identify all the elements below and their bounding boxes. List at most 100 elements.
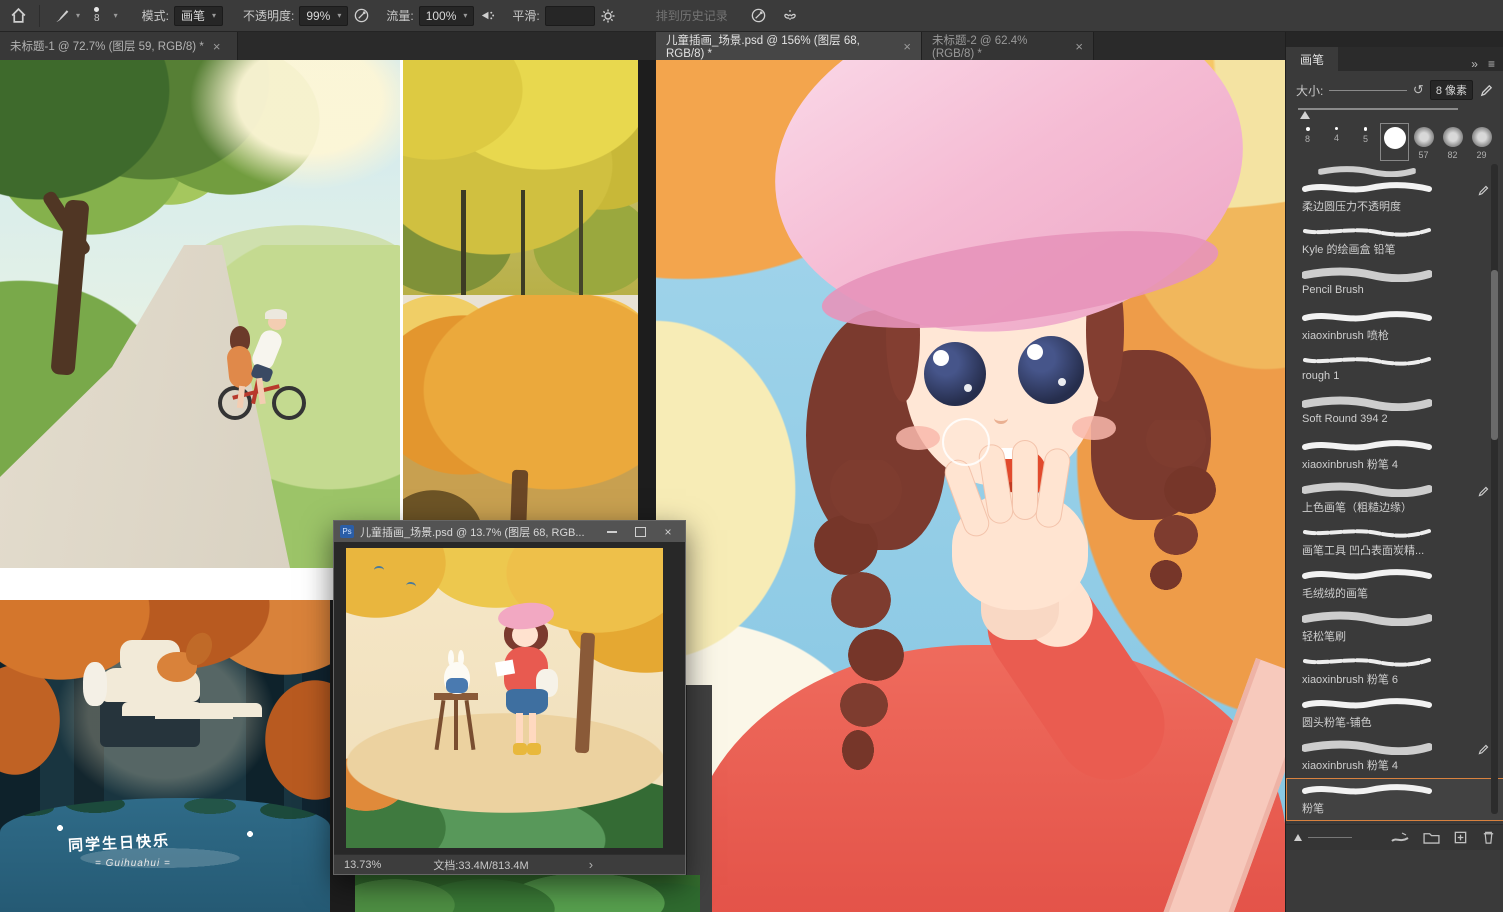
brush-cursor: [942, 418, 990, 466]
close-icon[interactable]: ×: [903, 40, 911, 53]
chevron-down-icon: ▾: [211, 10, 216, 20]
floating-document-window[interactable]: Ps 儿童插画_场景.psd @ 13.7% (图层 68, RGB... ×: [333, 520, 686, 875]
status-expand-chevron[interactable]: ›: [589, 857, 593, 872]
delete-brush-icon[interactable]: [1481, 830, 1496, 845]
maximize-button[interactable]: [629, 524, 651, 540]
history-label: 排到历史记录: [655, 9, 728, 23]
floating-canvas-preview[interactable]: [346, 548, 663, 848]
close-icon[interactable]: ×: [213, 40, 221, 53]
minimize-button[interactable]: [601, 524, 623, 540]
pressure-opacity-icon[interactable]: [353, 7, 370, 24]
brush-tool-icon: [54, 7, 71, 24]
brush-preset[interactable]: 4: [1323, 124, 1350, 160]
mini-girl-boot: [527, 743, 541, 755]
forest-signature: = Guihuahui =: [95, 858, 171, 869]
brush-preset-picker[interactable]: 8: [94, 7, 100, 24]
brush-stroke-thumbnail: [1302, 352, 1432, 368]
toolbar-separator: [39, 4, 40, 27]
rider-cap: [265, 309, 287, 319]
brush-preset[interactable]: 57: [1410, 124, 1437, 160]
smoothing-gear-icon[interactable]: [600, 8, 616, 24]
tab-label: 儿童插画_场景.psd @ 156% (图层 68, RGB/8) *: [666, 35, 860, 60]
brush-stroke-thumbnail: [1302, 309, 1432, 325]
size-value-field[interactable]: 8 像素: [1429, 80, 1473, 100]
airbrush-icon[interactable]: [479, 7, 496, 24]
tab-untitled-2[interactable]: 未标题-2 @ 62.4%(RGB/8) * ×: [922, 32, 1094, 60]
canvas-document-girl[interactable]: [656, 60, 1285, 912]
girl-eye-left: [924, 342, 986, 406]
tool-preset-picker[interactable]: ▾: [54, 7, 80, 24]
close-button[interactable]: ×: [657, 524, 679, 540]
brush-list-item[interactable]: 柔边圆压力不透明度: [1286, 176, 1503, 219]
floating-window-titlebar[interactable]: Ps 儿童插画_场景.psd @ 13.7% (图层 68, RGB... ×: [334, 521, 685, 542]
opacity-select[interactable]: 99% ▾: [299, 5, 349, 26]
brush-list-item[interactable]: Pencil Brush: [1286, 262, 1503, 305]
close-icon[interactable]: ×: [1075, 40, 1083, 53]
maximize-icon: [634, 526, 646, 537]
size-slider-thumb[interactable]: [1300, 111, 1310, 119]
footer-slider-thumb[interactable]: [1294, 834, 1302, 841]
panel-menu-icon[interactable]: ≡: [1488, 57, 1495, 71]
brushes-panel: 画笔 » ≡ 大小: ↺ 8 像素 8 4 5 57 82 29 柔边圆压力不透…: [1285, 32, 1503, 912]
tab-untitled-1[interactable]: 未标题-1 @ 72.7% (图层 59, RGB/8) * ×: [0, 32, 238, 60]
flow-select[interactable]: 100% ▾: [418, 5, 475, 26]
opacity-label: 不透明度:: [242, 9, 295, 23]
brush-list-item-partial[interactable]: [1286, 164, 1503, 176]
smoothing-input[interactable]: [544, 5, 595, 26]
brush-preset-selected[interactable]: [1380, 123, 1409, 161]
home-button[interactable]: [10, 7, 27, 24]
brush-list-item[interactable]: 画笔工具 凹凸表面炭精...: [1286, 520, 1503, 563]
brush-list-item[interactable]: xiaoxinbrush 喷枪: [1286, 305, 1503, 348]
brush-preset[interactable]: 82: [1439, 124, 1466, 160]
pressure-size-icon[interactable]: [750, 7, 767, 24]
tab-scene-psd[interactable]: 儿童插画_场景.psd @ 156% (图层 68, RGB/8) * ×: [656, 32, 922, 60]
reference-illustration-cycling: [0, 60, 400, 568]
brush-name: 上色画笔（粗糙边缘）: [1302, 502, 1412, 514]
brush-list-item[interactable]: Kyle 的绘画盒 铅笔: [1286, 219, 1503, 262]
options-bar: ▾ 8 ▾ 模式: 画笔 ▾ 不透明度: 99% ▾ 流量: 100% ▾ 平滑…: [0, 0, 1503, 32]
tab-label: 未标题-2 @ 62.4%(RGB/8) *: [932, 35, 1028, 60]
brush-list-item[interactable]: 毛绒绒的画笔: [1286, 563, 1503, 606]
brush-list-item[interactable]: 轻松笔刷: [1286, 606, 1503, 649]
bird-shape: [374, 566, 384, 574]
brush-list-item[interactable]: rough 1: [1286, 348, 1503, 391]
size-slider[interactable]: [1298, 108, 1458, 110]
smoothing-group: 平滑:: [512, 5, 616, 26]
bike-wheel: [272, 386, 306, 420]
brush-list-scrollbar[interactable]: [1491, 164, 1498, 814]
brush-list-item[interactable]: 圆头粉笔-铺色: [1286, 692, 1503, 735]
brush-preset[interactable]: 5: [1352, 124, 1379, 160]
tab-brushes[interactable]: 画笔: [1286, 47, 1339, 71]
zoom-level[interactable]: 13.73%: [344, 859, 381, 871]
size-track: [1329, 89, 1407, 91]
brush-list-item[interactable]: xiaoxinbrush 粉笔 4: [1286, 434, 1503, 477]
stool-leg: [454, 700, 458, 750]
photoshop-app: ▾ 8 ▾ 模式: 画笔 ▾ 不透明度: 99% ▾ 流量: 100% ▾ 平滑…: [0, 0, 1503, 912]
hidden-window-canvas-strip: [355, 875, 700, 912]
symmetry-icon[interactable]: [781, 7, 799, 25]
live-tip-preview-icon[interactable]: [1390, 831, 1410, 845]
brush-list-scrollbar-thumb[interactable]: [1491, 270, 1498, 440]
brush-name: xiaoxinbrush 粉笔 6: [1302, 674, 1398, 686]
girl-braid-right: [1126, 420, 1226, 610]
collapse-panel-icon[interactable]: »: [1471, 57, 1478, 71]
brush-list-item[interactable]: xiaoxinbrush 粉笔 6: [1286, 649, 1503, 692]
girl-braid-left: [806, 460, 926, 780]
brush-list-item-selected[interactable]: 粉笔: [1286, 778, 1503, 821]
brush-list-item[interactable]: 上色画笔（粗糙边缘）: [1286, 477, 1503, 520]
flow-value: 100%: [425, 8, 457, 23]
brush-name: 画笔工具 凹凸表面炭精...: [1302, 545, 1425, 557]
brush-list-item[interactable]: Soft Round 394 2: [1286, 391, 1503, 434]
new-group-folder-icon[interactable]: [1423, 831, 1440, 844]
smoothing-label: 平滑:: [512, 9, 540, 23]
brush-stroke-thumbnail: [1302, 739, 1432, 755]
brush-name: 毛绒绒的画笔: [1302, 588, 1368, 600]
new-brush-icon[interactable]: [1453, 830, 1468, 845]
brush-preset[interactable]: 29: [1468, 124, 1495, 160]
brush-list-item[interactable]: xiaoxinbrush 粉笔 4: [1286, 735, 1503, 778]
mode-select[interactable]: 画笔 ▾: [173, 5, 223, 26]
reset-size-icon[interactable]: ↺: [1413, 82, 1424, 98]
brush-preset[interactable]: 8: [1294, 124, 1321, 160]
edit-brush-settings-icon[interactable]: [1479, 83, 1494, 98]
brush-stroke-thumbnail: [1302, 481, 1432, 497]
